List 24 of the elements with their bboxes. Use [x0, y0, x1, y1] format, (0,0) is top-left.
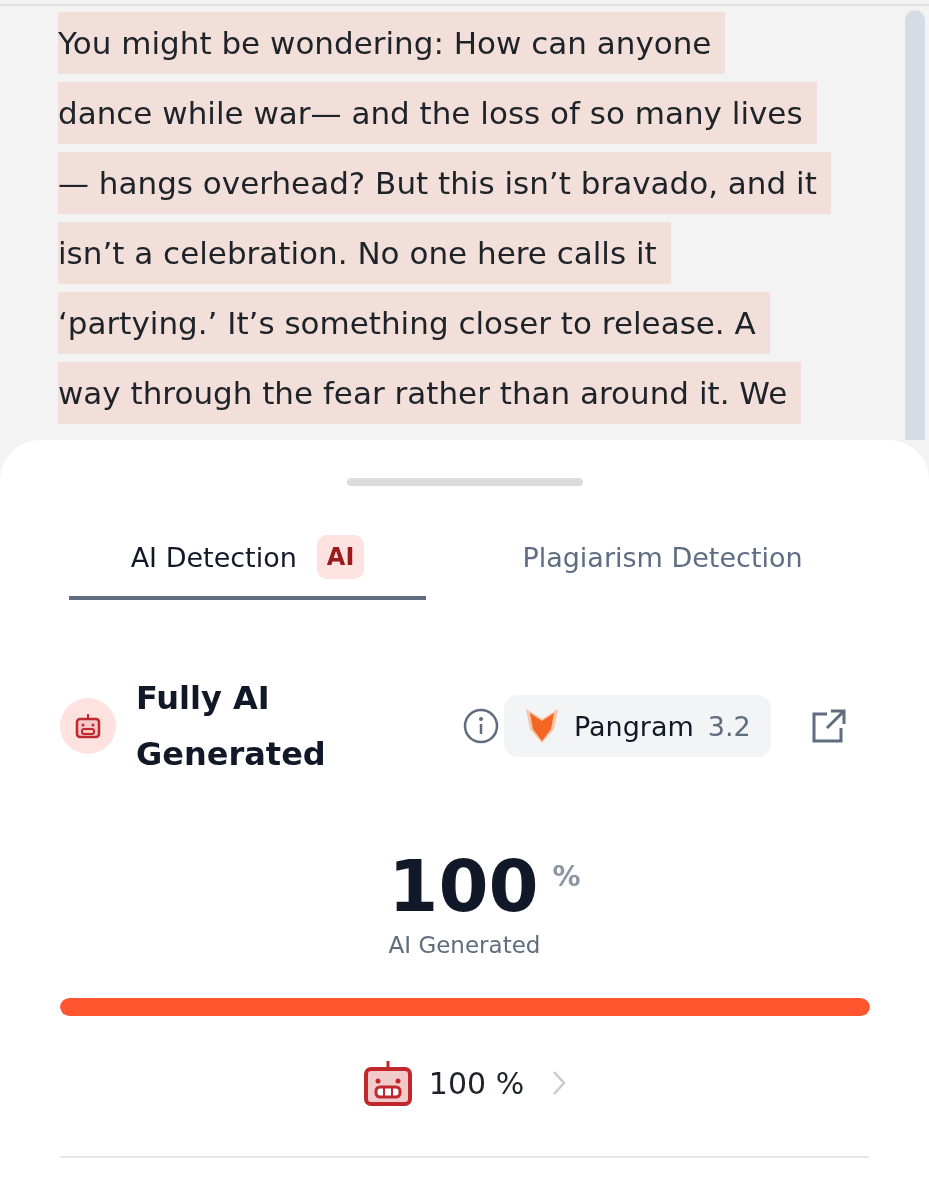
detector-chip[interactable]: Pangram 3.2: [504, 695, 771, 757]
article-text: — hangs overhead? But this isn’t bravado, and it: [58, 152, 831, 214]
robot-icon: [362, 1060, 413, 1106]
score-value: 100: [388, 846, 539, 926]
score-unit: %: [552, 860, 581, 893]
tab[interactable]: AI Detection AI: [69, 518, 426, 600]
article-text: isn’t a celebration. No one here calls it: [58, 222, 671, 284]
summary-value: 100 %: [428, 1065, 525, 1101]
ai-badge: AI: [316, 535, 365, 579]
score-caption: AI Generated: [388, 932, 541, 958]
article-text: You might be wondering: How can anyone: [58, 12, 726, 74]
tab[interactable]: Plagiarism Detection: [426, 518, 899, 600]
chevron-right-icon[interactable]: [552, 1070, 567, 1096]
scrollbar[interactable]: [905, 10, 925, 440]
sheet-handle[interactable]: [346, 478, 583, 486]
fox-icon: [524, 707, 560, 745]
article-text: dance while war— and the loss of so many lives: [58, 82, 817, 144]
robot-icon: [60, 698, 116, 754]
article-text: way through the fear rather than around it. We: [58, 362, 802, 424]
article-text: ‘partying.’ It’s something closer to release. A: [58, 292, 770, 354]
detector-version: 3.2: [707, 710, 751, 742]
detector-name: Pangram: [574, 710, 694, 742]
info-icon[interactable]: [462, 707, 500, 745]
result-title: Fully AI Generated: [136, 678, 327, 775]
